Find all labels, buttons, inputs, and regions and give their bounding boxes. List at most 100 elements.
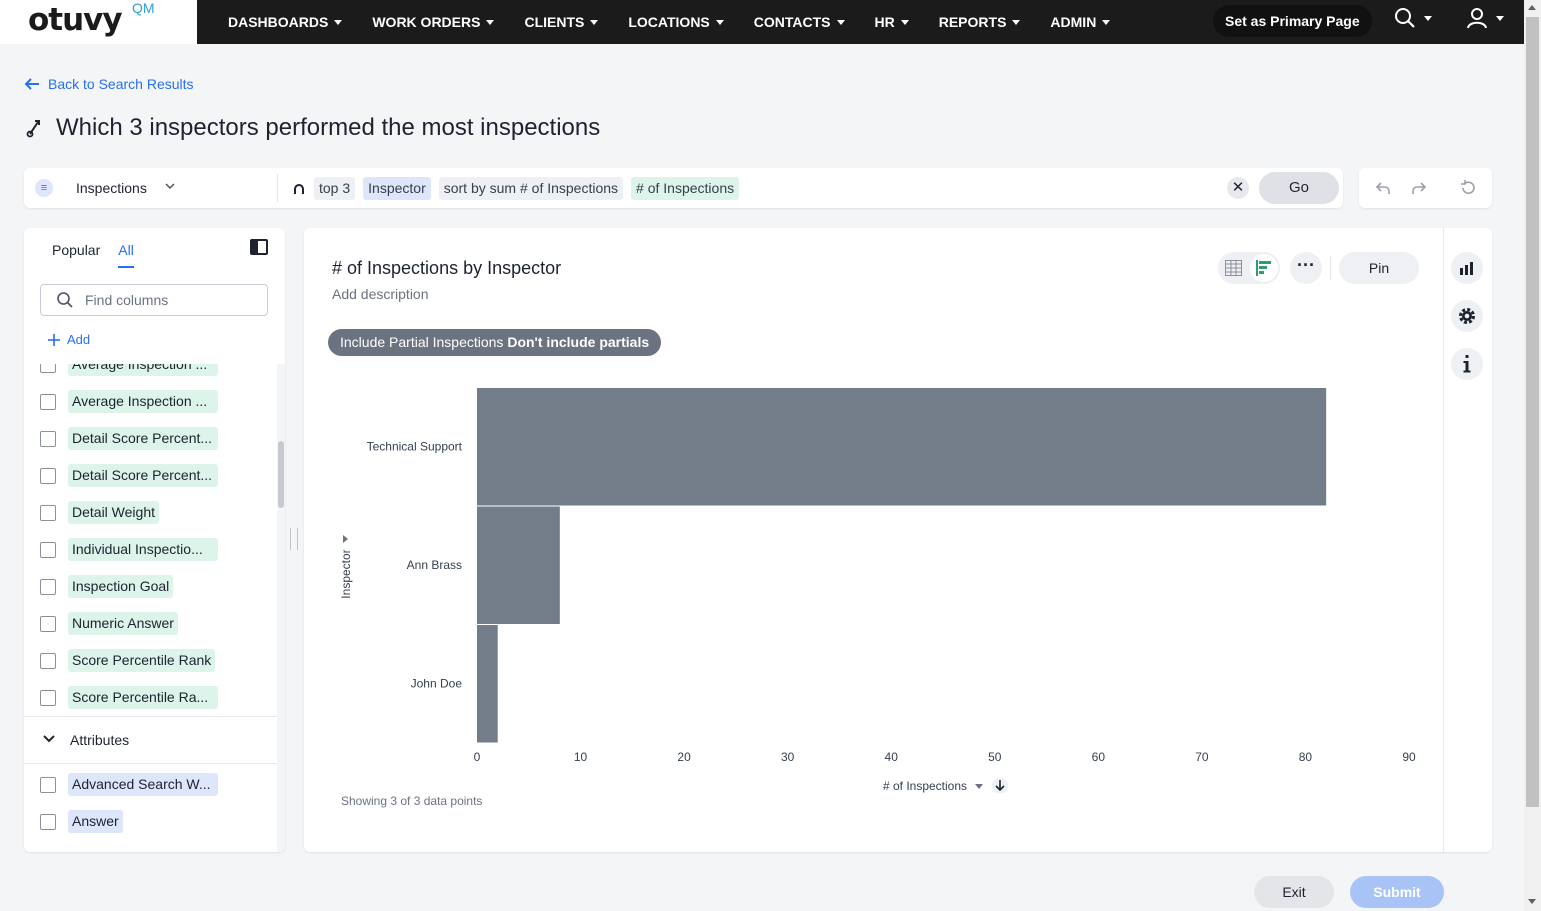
search-token[interactable]: Inspector [363, 177, 431, 200]
checkbox[interactable] [40, 652, 56, 669]
caret-down-icon [975, 784, 983, 789]
column-chip[interactable]: Numeric Answer [68, 612, 178, 635]
go-button[interactable]: Go [1259, 172, 1339, 204]
caret-down-icon [1424, 15, 1432, 21]
search-tokens[interactable]: top 3 Inspector sort by sum # of Inspect… [292, 177, 740, 200]
column-chip[interactable]: Detail Weight [68, 501, 160, 524]
add-column-link[interactable]: Add [48, 332, 90, 347]
caret-down-icon [1012, 19, 1021, 25]
top-navigation-bar: otuvy QM DASHBOARDS WORK ORDERS CLIENTS … [0, 0, 1524, 44]
checkbox[interactable] [40, 776, 56, 793]
redo-icon[interactable] [1411, 180, 1427, 196]
search-token[interactable]: top 3 [314, 177, 356, 200]
set-primary-page-button[interactable]: Set as Primary Page [1213, 5, 1372, 37]
x-axis-label[interactable]: # of Inspections [883, 779, 967, 793]
column-chip[interactable]: Score Percentile Ra... [68, 686, 218, 709]
divider [277, 174, 278, 202]
column-chip[interactable]: Answer [68, 810, 123, 833]
column-chip[interactable]: Advanced Search W... [68, 773, 218, 796]
checkbox[interactable] [40, 364, 56, 373]
category-label: Ann Brass [407, 558, 462, 572]
caret-down-icon [334, 19, 343, 25]
nav-admin[interactable]: ADMIN [1050, 14, 1111, 30]
reset-icon[interactable] [1460, 179, 1476, 196]
checkbox[interactable] [40, 504, 56, 521]
nav-dashboards[interactable]: DASHBOARDS [228, 14, 343, 30]
checkbox[interactable] [40, 541, 56, 558]
checkbox[interactable] [40, 813, 56, 830]
arrow-left-icon [24, 78, 39, 90]
checkbox[interactable] [40, 393, 56, 410]
chevron-down-icon[interactable] [165, 182, 175, 190]
nav-label: ADMIN [1050, 14, 1097, 30]
checkbox[interactable] [40, 615, 56, 632]
search-token[interactable]: sort by sum # of Inspections [438, 177, 624, 200]
data-source-selector[interactable]: Inspections [76, 180, 147, 196]
nav-hr[interactable]: HR [875, 14, 909, 30]
tab-all[interactable]: All [118, 242, 134, 268]
caret-down-icon [1102, 19, 1111, 25]
column-chip[interactable]: Score Percentile Rank [68, 649, 216, 672]
page-scrollbar[interactable] [1524, 0, 1541, 911]
submit-button[interactable]: Submit [1350, 876, 1444, 908]
scroll-down-icon[interactable] [1528, 899, 1536, 904]
checkbox[interactable] [40, 430, 56, 447]
list-item[interactable]: Score Percentile Rank [24, 642, 277, 679]
search-token[interactable]: # of Inspections [631, 177, 740, 200]
category-label: John Doe [411, 676, 463, 690]
nav-label: DASHBOARDS [228, 14, 329, 30]
nav-reports[interactable]: REPORTS [939, 14, 1021, 30]
caret-down-icon [836, 19, 845, 25]
nav-clients[interactable]: CLIENTS [524, 14, 599, 30]
data-source-icon[interactable]: ≡ [35, 179, 53, 197]
checkbox[interactable] [40, 467, 56, 484]
list-item[interactable]: Score Percentile Ra... [24, 679, 277, 716]
find-columns-placeholder: Find columns [85, 292, 169, 308]
back-to-results-link[interactable]: Back to Search Results [24, 76, 194, 92]
checkbox[interactable] [40, 689, 56, 706]
tab-popular[interactable]: Popular [52, 242, 100, 268]
nav-locations[interactable]: LOCATIONS [628, 14, 724, 30]
bar[interactable] [477, 625, 498, 743]
find-columns-input[interactable]: Find columns [40, 284, 268, 316]
checkbox[interactable] [40, 578, 56, 595]
nav-label: CLIENTS [524, 14, 585, 30]
settings-button[interactable] [1451, 300, 1483, 332]
info-button[interactable] [1451, 348, 1483, 380]
list-item[interactable]: Detail Score Percent... [24, 420, 277, 457]
exit-button[interactable]: Exit [1254, 876, 1334, 908]
resize-handle[interactable] [290, 528, 298, 550]
undo-icon[interactable] [1375, 180, 1391, 196]
collapse-panel-icon[interactable] [250, 239, 268, 255]
column-chip[interactable]: Detail Score Percent... [68, 464, 218, 487]
logo[interactable]: otuvy QM [0, 0, 197, 44]
column-chip[interactable]: Inspection Goal [68, 575, 174, 598]
list-item[interactable]: Detail Score Percent... [24, 457, 277, 494]
list-item[interactable]: Detail Weight [24, 494, 277, 531]
column-chip[interactable]: Individual Inspectio... [68, 538, 218, 561]
list-item[interactable]: Individual Inspectio... [24, 531, 277, 568]
bar[interactable] [477, 388, 1327, 506]
user-menu[interactable] [1466, 7, 1504, 29]
list-item[interactable]: Average Inspection ... [24, 383, 277, 420]
list-item[interactable]: Answer [24, 803, 277, 840]
tick-label: 50 [988, 750, 1002, 764]
nav-work-orders[interactable]: WORK ORDERS [372, 14, 495, 30]
scrollbar-thumb[interactable] [278, 441, 284, 508]
scrollbar-thumb[interactable] [1526, 17, 1539, 807]
list-item[interactable]: Numeric Answer [24, 605, 277, 642]
column-chip[interactable]: Average Inspection ... [68, 390, 218, 413]
scroll-up-icon[interactable] [1528, 5, 1536, 10]
list-item[interactable]: Inspection Goal [24, 568, 277, 605]
chart-type-button[interactable] [1451, 252, 1483, 284]
clear-search-button[interactable]: ✕ [1227, 177, 1249, 199]
column-chip[interactable]: Detail Score Percent... [68, 427, 218, 450]
column-chip[interactable]: Average Inspection ... [68, 364, 218, 376]
column-list-scrollbar[interactable] [277, 364, 285, 852]
list-item[interactable]: Average Inspection ... [24, 364, 277, 383]
attributes-section-header[interactable]: Attributes [24, 716, 277, 764]
search-menu[interactable] [1394, 7, 1432, 29]
nav-contacts[interactable]: CONTACTS [754, 14, 845, 30]
list-item[interactable]: Advanced Search W... [24, 766, 277, 803]
bar[interactable] [477, 506, 560, 625]
